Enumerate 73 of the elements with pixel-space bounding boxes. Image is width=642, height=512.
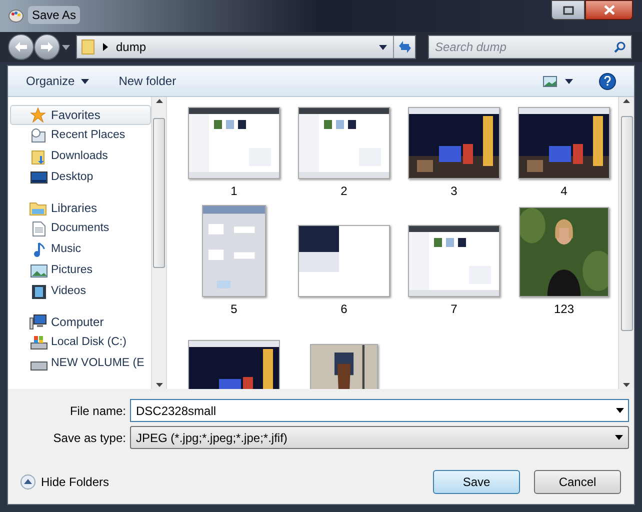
right-arrow-icon (41, 42, 53, 52)
sidebar-item[interactable]: Documents (8, 218, 151, 239)
dialog-button[interactable]: Cancel (534, 470, 621, 494)
library-folder-icon (29, 200, 47, 216)
folder-icon (81, 39, 95, 55)
address-bar[interactable]: dump (76, 35, 416, 59)
sidebar-group-header[interactable]: Computer (10, 312, 151, 332)
sidebar-item[interactable]: Recent Places (8, 125, 151, 146)
file-name-label: 123 (554, 302, 574, 316)
sidebar-group-header[interactable]: Favorites (10, 105, 151, 125)
breadcrumb[interactable]: dump (116, 38, 146, 56)
hide-folders-button[interactable]: Hide Folders (20, 473, 110, 491)
view-caret-icon (565, 78, 573, 84)
save-type-label: Save as type: (52, 430, 127, 446)
sidebar-item[interactable]: Desktop (8, 167, 151, 188)
file-name-label: 1 (230, 184, 238, 198)
dropdown-caret-icon (615, 435, 623, 440)
refresh-icon (396, 40, 412, 54)
back-button[interactable] (8, 34, 34, 60)
sidebar-item[interactable]: Music (8, 239, 151, 260)
pictures-icon (30, 262, 48, 278)
file-name-label: 5 (230, 302, 238, 316)
sidebar-item[interactable]: Downloads (8, 146, 151, 167)
save-type-dropdown[interactable]: JPEG (*.jpg;*.jpeg;*.jpe;*.jfif) (130, 426, 629, 449)
file-name-field[interactable]: DSC2328small (130, 399, 629, 422)
file-name-label: 7 (450, 302, 458, 316)
breadcrumb-arrow-icon (103, 43, 108, 51)
sidebar-scrollbar[interactable] (151, 97, 167, 389)
history-caret-icon (62, 44, 70, 50)
caret-icon (80, 78, 89, 84)
scroll-down-icon (156, 383, 162, 387)
scroll-thumb[interactable] (153, 118, 165, 268)
film-icon (30, 284, 48, 300)
search-field[interactable]: Search dump (428, 35, 632, 59)
window-title: Save As (28, 6, 80, 24)
file-name-label: 2 (340, 184, 348, 198)
disk-icon (30, 334, 48, 350)
dropdown-caret-icon (379, 44, 387, 50)
sidebar-item[interactable]: Videos (8, 281, 151, 302)
view-icon (543, 76, 557, 86)
sidebar-item[interactable]: Local Disk (C:) (8, 332, 151, 353)
restore-button[interactable] (551, 0, 585, 20)
file-name-label: File name: (68, 402, 127, 420)
close-button[interactable] (585, 0, 633, 20)
new-folder-button[interactable]: New folder (118, 72, 176, 90)
help-icon (604, 76, 611, 86)
sidebar-group-header[interactable]: Libraries (10, 198, 151, 218)
scroll-thumb[interactable] (620, 116, 632, 330)
recent-places-icon (30, 128, 48, 144)
computer-icon (29, 314, 47, 330)
dialog-button[interactable]: Save (433, 470, 520, 494)
forward-button[interactable] (34, 34, 60, 60)
scroll-down-icon (623, 383, 630, 387)
dropdown-caret-icon (616, 408, 624, 413)
paint-palette-icon (8, 7, 24, 23)
file-name-label: 4 (560, 184, 568, 198)
help-button[interactable] (599, 72, 616, 90)
file-name-label: 3 (450, 184, 458, 198)
organize-button[interactable]: Organize (26, 72, 89, 90)
scroll-up-icon (156, 99, 162, 103)
sidebar-item[interactable]: NEW VOLUME (E (8, 353, 151, 374)
scroll-up-icon (623, 99, 630, 103)
view-button[interactable] (543, 76, 573, 86)
file-name-label: 6 (340, 302, 348, 316)
desktop-icon (30, 170, 48, 186)
document-icon (30, 220, 48, 236)
sidebar-item[interactable]: Pictures (8, 260, 151, 281)
left-arrow-icon (15, 42, 27, 52)
star-icon (29, 107, 47, 123)
files-scrollbar[interactable] (618, 97, 634, 389)
search-icon (614, 41, 626, 53)
restore-icon (562, 6, 574, 14)
close-icon (604, 5, 614, 15)
